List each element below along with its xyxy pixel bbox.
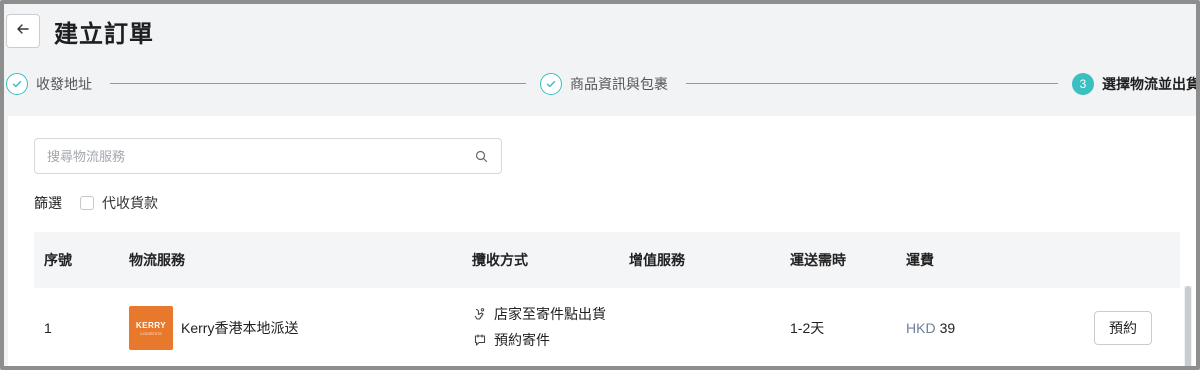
filter-label: 篩選 — [34, 195, 62, 211]
search-box — [34, 138, 502, 174]
fee-amount: 39 — [939, 320, 956, 336]
pickup-method-booking: 預約寄件 — [472, 330, 550, 350]
logo-subtext: LOGISTICS — [140, 330, 162, 336]
pickup-method-label: 店家至寄件點出貨 — [494, 306, 606, 322]
page-title: 建立訂單 — [54, 20, 154, 48]
back-button[interactable] — [6, 14, 40, 48]
row-index: 1 — [44, 320, 52, 336]
step-connector — [686, 83, 1058, 84]
step-address: 收發地址 — [6, 68, 92, 100]
step-logistics: 3 選擇物流並出貨 — [1072, 68, 1200, 100]
cod-checkbox[interactable] — [80, 196, 94, 210]
table-header: 序號 物流服務 攬收方式 增值服務 運送需時 運費 — [34, 232, 1180, 288]
filter-row: 篩選 代收貨款 — [34, 192, 158, 214]
reserve-button[interactable]: 預約 — [1094, 311, 1152, 345]
app-frame: 建立訂單 收發地址 商品資訊與包裹 3 選擇物流並出貨 搜尋物流服務 篩選 代收… — [0, 0, 1200, 370]
step-label: 收發地址 — [36, 76, 92, 92]
column-header-fee: 運費 — [906, 252, 934, 268]
column-header-pickup: 攬收方式 — [472, 252, 528, 268]
logo-text: KERRY — [135, 320, 167, 330]
hand-drop-icon — [472, 306, 488, 322]
duration-cell: 1-2天 — [790, 320, 825, 336]
step-label: 商品資訊與包裹 — [570, 76, 668, 92]
pickup-methods: 店家至寄件點出貨 預約寄件 — [472, 304, 606, 350]
logistics-card: 篩選 代收貨款 序號 物流服務 攬收方式 增值服務 運送需時 運費 1 KERR… — [8, 116, 1196, 366]
search-input[interactable] — [47, 148, 473, 164]
kerry-logo: KERRY LOGISTICS — [129, 306, 173, 350]
check-circle-icon — [540, 73, 562, 95]
column-header-value-added: 增值服務 — [629, 252, 685, 268]
page-header: 建立訂單 — [6, 12, 154, 50]
calendar-chat-icon — [472, 332, 488, 348]
column-header-duration: 運送需時 — [790, 252, 846, 268]
step-goods: 商品資訊與包裹 — [540, 68, 668, 100]
step-number: 3 — [1072, 73, 1094, 95]
column-header-service: 物流服務 — [129, 252, 185, 268]
search-icon[interactable] — [473, 148, 489, 164]
step-label: 選擇物流並出貨 — [1102, 76, 1200, 92]
scrollbar-thumb[interactable] — [1185, 286, 1191, 366]
pickup-method-dropoff: 店家至寄件點出貨 — [472, 304, 606, 324]
fee-cell: HKD 39 — [906, 288, 956, 366]
action-cell: 預約 — [1094, 288, 1152, 366]
table-row: 1 KERRY LOGISTICS Kerry香港本地派送 店家至寄件點出貨 預… — [34, 288, 1180, 366]
order-stepper: 收發地址 商品資訊與包裹 3 選擇物流並出貨 — [6, 68, 1200, 100]
column-header-index: 序號 — [44, 252, 72, 268]
step-connector — [110, 83, 526, 84]
cod-checkbox-label[interactable]: 代收貨款 — [102, 193, 158, 213]
arrow-left-icon — [15, 21, 31, 42]
service-cell: KERRY LOGISTICS Kerry香港本地派送 — [129, 288, 299, 366]
check-circle-icon — [6, 73, 28, 95]
fee-currency: HKD — [906, 320, 936, 336]
service-name: Kerry香港本地派送 — [181, 320, 299, 336]
pickup-method-label: 預約寄件 — [494, 332, 550, 348]
